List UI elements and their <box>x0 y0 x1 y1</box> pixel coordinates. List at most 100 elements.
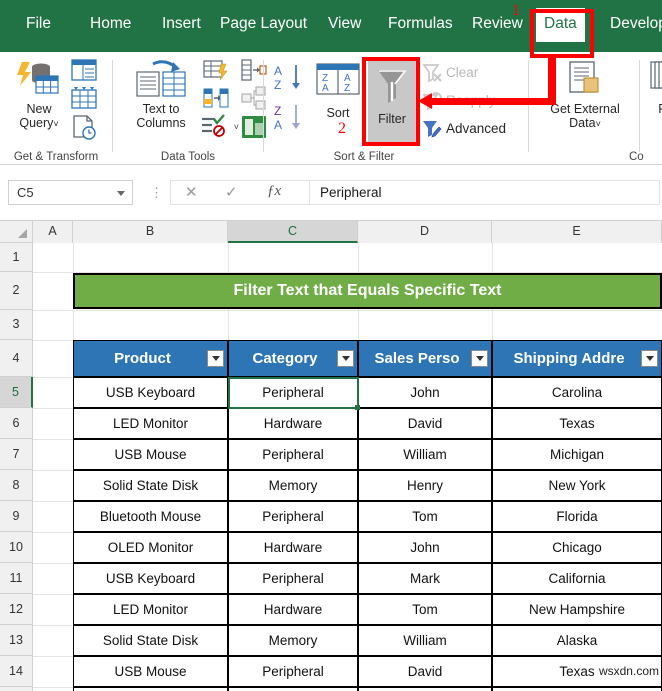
insert-function-fx-icon[interactable]: ƒx <box>267 183 281 200</box>
show-queries-button[interactable] <box>70 58 100 84</box>
flash-fill-button[interactable] <box>203 58 231 84</box>
row-header-6[interactable]: 6 <box>0 408 33 439</box>
ribbon-tab-formulas[interactable]: Formulas <box>380 12 461 38</box>
sheet-title-banner[interactable]: Filter Text that Equals Specific Text <box>73 273 662 309</box>
table-cell[interactable]: Peripheral <box>228 439 358 470</box>
ribbon-tab-page-layout[interactable]: Page Layout <box>212 12 315 38</box>
table-cell[interactable]: California <box>492 563 662 594</box>
table-cell[interactable]: Hardware <box>228 594 358 625</box>
row-header-1[interactable]: 1 <box>0 243 33 272</box>
ribbon-tab-review[interactable]: Review <box>464 12 531 38</box>
table-cell[interactable]: LED Monitor <box>73 408 228 439</box>
filter-dropdown-button[interactable] <box>337 350 354 367</box>
table-cell[interactable]: Mark <box>358 563 492 594</box>
sort-descending-button[interactable]: Z A <box>272 102 306 136</box>
table-cell[interactable]: William <box>358 625 492 656</box>
advanced-filter-button[interactable]: Advanced <box>422 118 526 142</box>
filter-dropdown-button[interactable] <box>641 350 658 367</box>
table-cell[interactable]: OLED Monitor <box>73 532 228 563</box>
table-cell[interactable]: Alaska <box>492 625 662 656</box>
table-cell[interactable]: Texas <box>492 408 662 439</box>
ribbon-tab-developer[interactable]: Developer <box>602 12 662 38</box>
table-cell[interactable]: Carolina <box>492 377 662 408</box>
table-cell[interactable]: Michigan <box>492 439 662 470</box>
table-cell[interactable]: Memory <box>228 625 358 656</box>
table-cell[interactable]: USB Keyboard <box>73 563 228 594</box>
row-header-3[interactable]: 3 <box>0 310 33 340</box>
table-cell[interactable]: New York <box>492 470 662 501</box>
formula-bar-grip[interactable]: ⋮ <box>150 185 163 201</box>
row-header-12[interactable]: 12 <box>0 594 33 625</box>
row-header-7[interactable]: 7 <box>0 439 33 470</box>
text-to-columns-button[interactable]: Text to Columns <box>125 58 197 148</box>
ribbon-tab-view[interactable]: View <box>320 12 369 38</box>
filter-dropdown-button[interactable] <box>207 350 224 367</box>
table-cell[interactable]: Hardware <box>228 408 358 439</box>
ribbon-tab-file[interactable]: File <box>18 12 59 38</box>
table-cell[interactable]: Florida <box>492 501 662 532</box>
table-cell[interactable]: Solid State Disk <box>73 625 228 656</box>
formula-input[interactable]: Peripheral <box>310 180 660 205</box>
table-cell[interactable]: Peripheral <box>228 377 358 408</box>
column-header-B[interactable]: B <box>73 221 228 243</box>
from-table-button[interactable] <box>70 86 100 112</box>
ribbon-tab-insert[interactable]: Insert <box>154 12 209 38</box>
table-cell[interactable]: Tom <box>358 501 492 532</box>
recent-sources-button[interactable] <box>70 114 100 142</box>
refresh-all-button[interactable]: Ref A <box>645 58 662 148</box>
table-cell[interactable]: USB Keyboard <box>73 377 228 408</box>
table-cell[interactable]: David <box>358 656 492 687</box>
row-header-9[interactable]: 9 <box>0 501 33 532</box>
filter-dropdown-button[interactable] <box>471 350 488 367</box>
table-cell[interactable]: New Hampshire <box>492 594 662 625</box>
confirm-check-icon[interactable]: ✓ <box>225 183 238 201</box>
table-cell[interactable]: John <box>358 532 492 563</box>
table-cell[interactable]: Peripheral <box>228 656 358 687</box>
table-cell[interactable]: USB Mouse <box>73 656 228 687</box>
table-cell[interactable]: Peripheral <box>228 501 358 532</box>
table-cell[interactable]: LED Monitor <box>73 594 228 625</box>
clear-filter-button[interactable]: Clear <box>422 62 526 86</box>
select-all-corner[interactable] <box>0 221 33 243</box>
name-box-chevron-down-icon[interactable] <box>117 191 125 196</box>
column-header-C[interactable]: C <box>228 221 358 243</box>
table-cell[interactable]: Bluetooth Mouse <box>73 501 228 532</box>
table-cell[interactable]: Hard Disk Drive <box>73 687 228 691</box>
remove-duplicates-button[interactable] <box>203 86 231 112</box>
table-cell[interactable]: David <box>358 408 492 439</box>
table-cell[interactable]: USB Mouse <box>73 439 228 470</box>
table-cell[interactable]: Hardware <box>228 532 358 563</box>
fill-handle[interactable] <box>355 405 360 410</box>
table-cell[interactable]: Ohio <box>492 687 662 691</box>
column-header-A[interactable]: A <box>33 221 73 243</box>
table-cell[interactable]: John <box>358 377 492 408</box>
row-header-4[interactable]: 4 <box>0 340 33 377</box>
table-cell[interactable]: Henry <box>358 687 492 691</box>
row-header-10[interactable]: 10 <box>0 532 33 563</box>
table-cell[interactable]: Peripheral <box>228 563 358 594</box>
table-cell[interactable]: Memory <box>228 687 358 691</box>
cancel-icon[interactable]: ✕ <box>185 183 198 201</box>
ribbon-tab-home[interactable]: Home <box>82 12 139 38</box>
new-query-button[interactable]: New Query˅ <box>8 58 70 148</box>
table-cell[interactable]: Henry <box>358 470 492 501</box>
row-header-15[interactable]: 15 <box>0 687 33 691</box>
get-external-data-chevron-down-icon[interactable]: ˅ <box>596 119 601 129</box>
table-cell[interactable]: Memory <box>228 470 358 501</box>
row-header-13[interactable]: 13 <box>0 625 33 656</box>
row-header-11[interactable]: 11 <box>0 563 33 594</box>
name-box[interactable]: C5 <box>8 180 133 205</box>
sort-ascending-button[interactable]: A Z <box>272 62 306 96</box>
table-cell[interactable]: William <box>358 439 492 470</box>
data-validation-button[interactable]: ˅ <box>201 114 239 142</box>
row-header-8[interactable]: 8 <box>0 470 33 501</box>
new-query-chevron-down-icon[interactable]: ˅ <box>53 119 58 129</box>
table-cell[interactable]: Solid State Disk <box>73 470 228 501</box>
row-header-14[interactable]: 14 <box>0 656 33 687</box>
row-header-2[interactable]: 2 <box>0 272 33 310</box>
table-cell[interactable]: Chicago <box>492 532 662 563</box>
column-header-D[interactable]: D <box>358 221 492 243</box>
column-header-E[interactable]: E <box>492 221 662 243</box>
table-cell[interactable]: Tom <box>358 594 492 625</box>
data-validation-chevron-down-icon[interactable]: ˅ <box>234 122 239 132</box>
